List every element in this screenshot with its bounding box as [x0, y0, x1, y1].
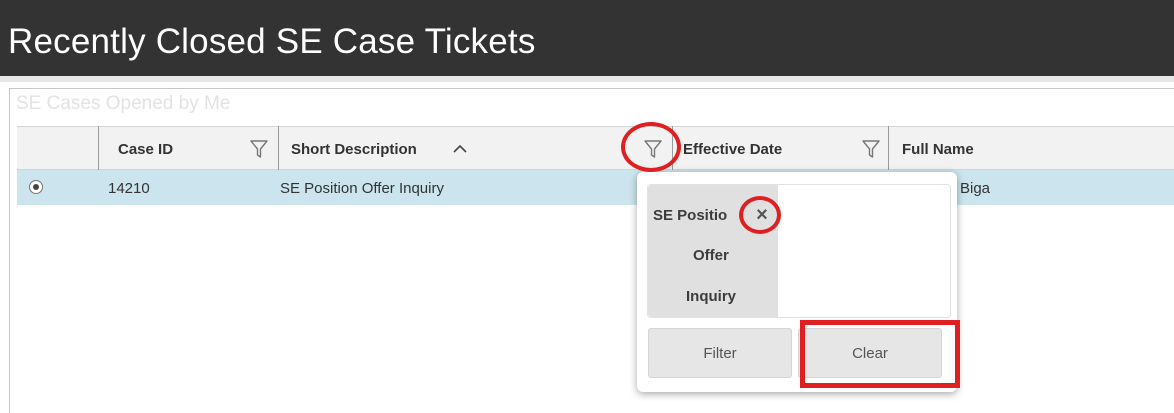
column-header-short-description[interactable]: Short Description — [291, 141, 417, 158]
filter-chip-text: SE Positio — [653, 207, 728, 224]
table-row[interactable] — [17, 170, 1174, 205]
column-header-full-name[interactable]: Full Name — [902, 141, 974, 158]
funnel-icon[interactable] — [861, 139, 881, 159]
funnel-icon[interactable] — [249, 139, 269, 159]
column-header-effective-date[interactable]: Effective Date — [683, 141, 782, 158]
page-header: Recently Closed SE Case Tickets — [0, 0, 1174, 82]
radio-selected-icon[interactable] — [29, 180, 43, 194]
annotation-rectangle — [800, 320, 960, 388]
filter-chip-text: Inquiry — [686, 288, 737, 305]
column-separator[interactable] — [98, 126, 99, 170]
grid-header — [17, 126, 1174, 170]
page-title: Recently Closed SE Case Tickets — [8, 22, 536, 61]
chevron-up-icon[interactable] — [452, 144, 468, 154]
annotation-circle — [739, 196, 781, 234]
filter-chip-text: Offer — [693, 247, 729, 264]
cell-short-description: SE Position Offer Inquiry — [280, 180, 444, 197]
cell-case-id: 14210 — [108, 180, 150, 197]
panel-title: SE Cases Opened by Me — [16, 93, 231, 114]
cell-full-name: Biga — [960, 180, 991, 197]
column-separator[interactable] — [278, 126, 279, 170]
column-header-case-id[interactable]: Case ID — [118, 141, 173, 158]
column-separator[interactable] — [888, 126, 889, 170]
annotation-circle — [621, 122, 681, 172]
filter-button[interactable]: Filter — [648, 328, 792, 378]
